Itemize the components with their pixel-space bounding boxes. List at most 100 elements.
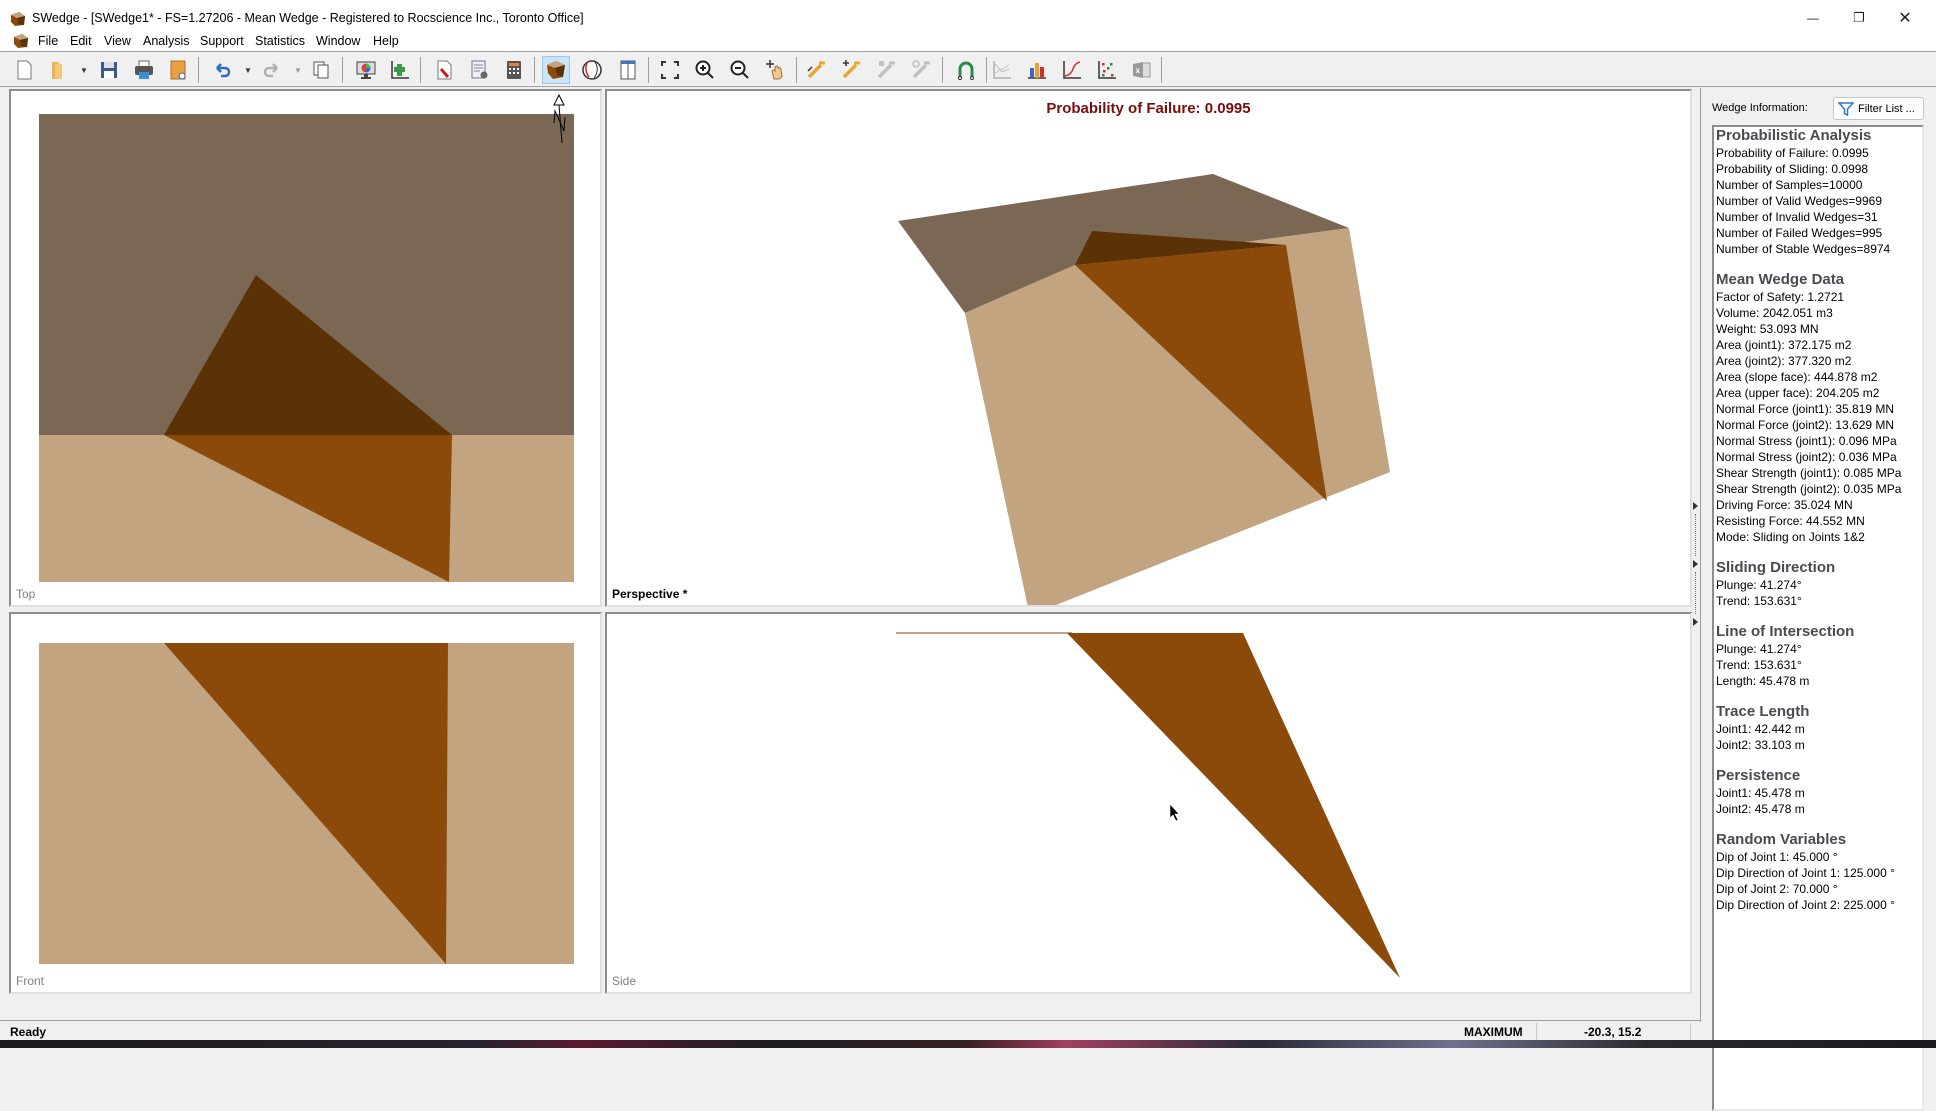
front-view[interactable]: Front	[9, 612, 602, 994]
sensitivity-plot-button[interactable]	[988, 56, 1016, 84]
menu-support[interactable]: Support	[200, 33, 244, 49]
status-text: Ready	[10, 1025, 47, 1039]
info-line: Resisting Force: 44.552 MN	[1716, 514, 1865, 528]
save-button[interactable]	[95, 56, 123, 84]
menu-edit[interactable]: Edit	[70, 33, 92, 49]
section-random-variables: Random Variables Dip of Joint 1: 45.000 …	[1716, 831, 1920, 913]
section-trace-length: Trace Length Joint1: 42.442 m Joint2: 33…	[1716, 703, 1920, 753]
top-view-canvas[interactable]	[11, 91, 600, 605]
zoom-all-icon	[661, 61, 679, 79]
side-view-canvas[interactable]	[607, 614, 1690, 992]
wedge-view-button[interactable]	[542, 56, 570, 84]
info-line: Dip Direction of Joint 1: 125.000 °	[1716, 866, 1895, 880]
info-line: Joint1: 42.442 m	[1716, 722, 1805, 736]
perspective-canvas[interactable]	[607, 91, 1690, 605]
side-view-label: Side	[612, 974, 637, 988]
perspective-view[interactable]: Probability of Failure: 0.0995 Perspecti…	[605, 89, 1692, 607]
front-view-canvas[interactable]	[11, 614, 600, 992]
bolt-properties-button[interactable]	[907, 56, 935, 84]
display-options-button[interactable]	[352, 56, 380, 84]
filter-list-button[interactable]: Filter List ...	[1833, 97, 1924, 120]
toolbar: ▼ ▼ ▼ x	[0, 51, 1936, 87]
toolbar-separator	[942, 57, 943, 83]
status-coordinates: -20.3, 15.2	[1584, 1025, 1642, 1039]
project-settings-button[interactable]	[430, 56, 458, 84]
zoom-all-button[interactable]	[656, 56, 684, 84]
info-line: Dip of Joint 2: 70.000 °	[1716, 882, 1838, 896]
splitter-arrow-icon[interactable]	[1693, 618, 1698, 626]
redo-dropdown-icon[interactable]: ▼	[294, 66, 302, 75]
section-line-of-intersection: Line of Intersection Plunge: 41.274° Tre…	[1716, 623, 1920, 689]
print-icon	[135, 60, 153, 79]
info-line: Area (joint1): 372.175 m2	[1716, 338, 1852, 352]
document-logo-icon[interactable]	[13, 34, 29, 48]
input-data-button[interactable]	[465, 56, 493, 84]
section-title: Sliding Direction	[1716, 559, 1836, 576]
zoom-in-icon	[695, 60, 714, 79]
add-bolt-button[interactable]	[837, 56, 865, 84]
side-view[interactable]: Side	[605, 612, 1692, 994]
add-chart-button[interactable]	[386, 56, 414, 84]
scatter-plot-icon	[1098, 61, 1116, 79]
window-minimize-button[interactable]: —	[1790, 6, 1836, 30]
report-button[interactable]	[164, 56, 192, 84]
info-line: Number of Valid Wedges=9969	[1716, 194, 1882, 208]
info-line: Weight: 53.093 MN	[1716, 322, 1819, 336]
title-bar: SWedge - [SWedge1* - FS=1.27206 - Mean W…	[0, 0, 1936, 32]
open-dropdown-icon[interactable]: ▼	[80, 66, 88, 75]
zoom-in-button[interactable]	[691, 56, 719, 84]
info-line: Probability of Sliding: 0.0998	[1716, 162, 1869, 176]
report-icon	[170, 60, 186, 80]
info-line: Joint2: 33.103 m	[1716, 738, 1805, 752]
splitter-arrow-icon[interactable]	[1693, 560, 1698, 568]
copy-button[interactable]	[307, 56, 335, 84]
delete-bolt-button[interactable]	[872, 56, 900, 84]
splitter-arrow-icon[interactable]	[1693, 502, 1698, 510]
menu-bar: File Edit View Analysis Support Statisti…	[0, 32, 1936, 81]
section-title: Trace Length	[1716, 703, 1810, 720]
window-close-button[interactable]: ✕	[1882, 6, 1928, 30]
compute-button[interactable]	[500, 56, 528, 84]
histogram-button[interactable]	[1023, 56, 1051, 84]
new-file-icon	[17, 60, 32, 80]
redo-button[interactable]	[258, 56, 286, 84]
info-line: Normal Force (joint2): 13.629 MN	[1716, 418, 1895, 432]
edit-bolt-button[interactable]	[802, 56, 830, 84]
toolbar-separator	[796, 57, 797, 83]
bolt-properties-icon	[912, 60, 930, 79]
tile-views-button[interactable]	[614, 56, 642, 84]
cumulative-plot-button[interactable]	[1058, 56, 1086, 84]
print-button[interactable]	[130, 56, 158, 84]
menu-view[interactable]: View	[104, 33, 131, 49]
compute-icon	[507, 61, 521, 79]
input-data-icon	[471, 60, 488, 79]
info-line: Volume: 2042.051 m3	[1716, 306, 1833, 320]
magnet-button[interactable]	[952, 56, 980, 84]
section-sliding-direction: Sliding Direction Plunge: 41.274° Trend:…	[1716, 559, 1920, 609]
stereonet-button[interactable]	[578, 56, 606, 84]
perspective-view-label: Perspective *	[612, 587, 688, 601]
menu-file[interactable]: File	[38, 33, 58, 49]
menu-statistics[interactable]: Statistics	[255, 33, 305, 49]
export-excel-button[interactable]: x	[1128, 56, 1156, 84]
menu-help[interactable]: Help	[373, 33, 399, 49]
splitter-grip[interactable]	[1695, 572, 1696, 614]
cumulative-plot-icon	[1063, 61, 1081, 79]
new-file-button[interactable]	[10, 56, 38, 84]
undo-button[interactable]	[208, 56, 236, 84]
zoom-out-button[interactable]	[726, 56, 754, 84]
window-restore-button[interactable]: ❐	[1836, 6, 1882, 30]
splitter-grip[interactable]	[1695, 514, 1696, 556]
status-divider	[1690, 1023, 1691, 1041]
menu-analysis[interactable]: Analysis	[143, 33, 190, 49]
top-view[interactable]: Top	[9, 89, 602, 607]
info-line: Area (joint2): 377.320 m2	[1716, 354, 1852, 368]
open-button[interactable]	[44, 56, 72, 84]
undo-dropdown-icon[interactable]: ▼	[244, 66, 252, 75]
scatter-plot-button[interactable]	[1093, 56, 1121, 84]
export-excel-icon: x	[1133, 62, 1151, 78]
pan-button[interactable]	[761, 56, 789, 84]
delete-bolt-icon	[877, 61, 895, 79]
menu-window[interactable]: Window	[316, 33, 360, 49]
panel-splitter[interactable]	[1692, 88, 1700, 1020]
